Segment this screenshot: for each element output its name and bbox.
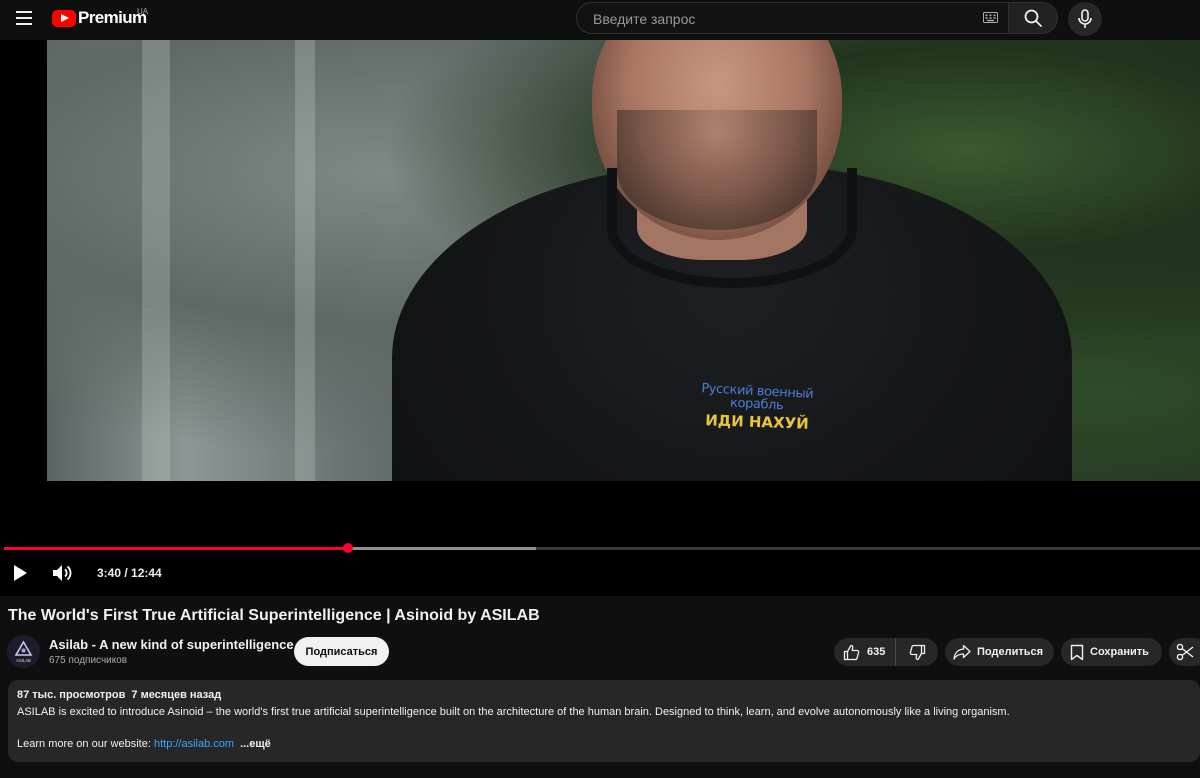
- region-code: UA: [137, 7, 149, 16]
- play-icon[interactable]: [10, 562, 30, 584]
- like-dislike-group: 635: [834, 638, 938, 666]
- thumbs-up-icon: [843, 644, 860, 660]
- avatar-label: ASILAB: [16, 658, 31, 663]
- shirt-text-line1: Русский военный корабль: [700, 381, 814, 414]
- video-title: The World's First True Artificial Superi…: [8, 607, 540, 624]
- search-button[interactable]: [1008, 2, 1058, 34]
- search-input[interactable]: [591, 3, 975, 35]
- progress-bar[interactable]: [4, 543, 1200, 553]
- microphone-icon: [1078, 9, 1092, 28]
- dislike-button[interactable]: [896, 638, 938, 666]
- link-prefix: Learn more on our website:: [17, 738, 154, 750]
- like-button[interactable]: 635: [834, 638, 896, 666]
- channel-logo-icon: ASILAB: [7, 635, 40, 668]
- thumbs-down-icon: [909, 644, 925, 660]
- like-count: 635: [867, 646, 886, 658]
- save-icon: [1070, 644, 1084, 660]
- channel-name[interactable]: Asilab - A new kind of superintelligence: [49, 637, 294, 652]
- keyboard-icon[interactable]: [983, 12, 998, 23]
- search-icon: [1024, 9, 1042, 27]
- show-more-button[interactable]: ...ещё: [240, 738, 271, 750]
- scissors-icon: [1176, 643, 1194, 661]
- top-bar: Premium UA: [0, 0, 1200, 38]
- time-display: 3:40 / 12:44: [97, 566, 162, 580]
- share-label: Поделиться: [977, 646, 1044, 658]
- avatar[interactable]: ASILAB: [7, 635, 40, 668]
- progress-played: [4, 547, 349, 550]
- upload-age: 7 месяцев назад: [131, 689, 222, 701]
- background-pillar: [142, 40, 170, 481]
- background-pillar: [295, 40, 315, 481]
- volume-icon[interactable]: [51, 562, 73, 584]
- voice-search-button[interactable]: [1068, 2, 1102, 36]
- share-icon: [953, 644, 971, 660]
- progress-scrubber[interactable]: [343, 543, 354, 553]
- website-link[interactable]: http://asilab.com: [154, 738, 234, 750]
- shirt-collar: [607, 168, 857, 288]
- search-box: [576, 2, 1008, 35]
- save-label: Сохранить: [1090, 646, 1149, 658]
- save-button[interactable]: Сохранить: [1061, 638, 1162, 666]
- shirt-print: Русский военный корабль ИДИ НАХУЙ: [677, 381, 837, 433]
- menu-icon[interactable]: [10, 4, 38, 32]
- clip-button[interactable]: [1169, 638, 1200, 666]
- description-meta: 87 тыс. просмотров 7 месяцев назад: [17, 689, 221, 701]
- description-link-line: Learn more on our website: http://asilab…: [17, 738, 271, 750]
- youtube-logo-icon: [52, 9, 76, 27]
- description-box[interactable]: 87 тыс. просмотров 7 месяцев назад ASILAB…: [8, 680, 1200, 762]
- video-player[interactable]: Русский военный корабль ИДИ НАХУЙ 3:40 /…: [0, 40, 1200, 596]
- share-button[interactable]: Поделиться: [945, 638, 1054, 666]
- shirt-text-line2: ИДИ НАХУЙ: [704, 411, 810, 433]
- subscriber-count: 675 подписчиков: [49, 655, 128, 666]
- subscribe-button[interactable]: Подписаться: [294, 637, 389, 666]
- view-count: 87 тыс. просмотров: [17, 689, 126, 701]
- description-text: ASILAB is excited to introduce Asinoid –…: [17, 706, 1010, 718]
- youtube-logo[interactable]: Premium: [52, 8, 147, 28]
- video-frame[interactable]: Русский военный корабль ИДИ НАХУЙ: [47, 40, 1200, 481]
